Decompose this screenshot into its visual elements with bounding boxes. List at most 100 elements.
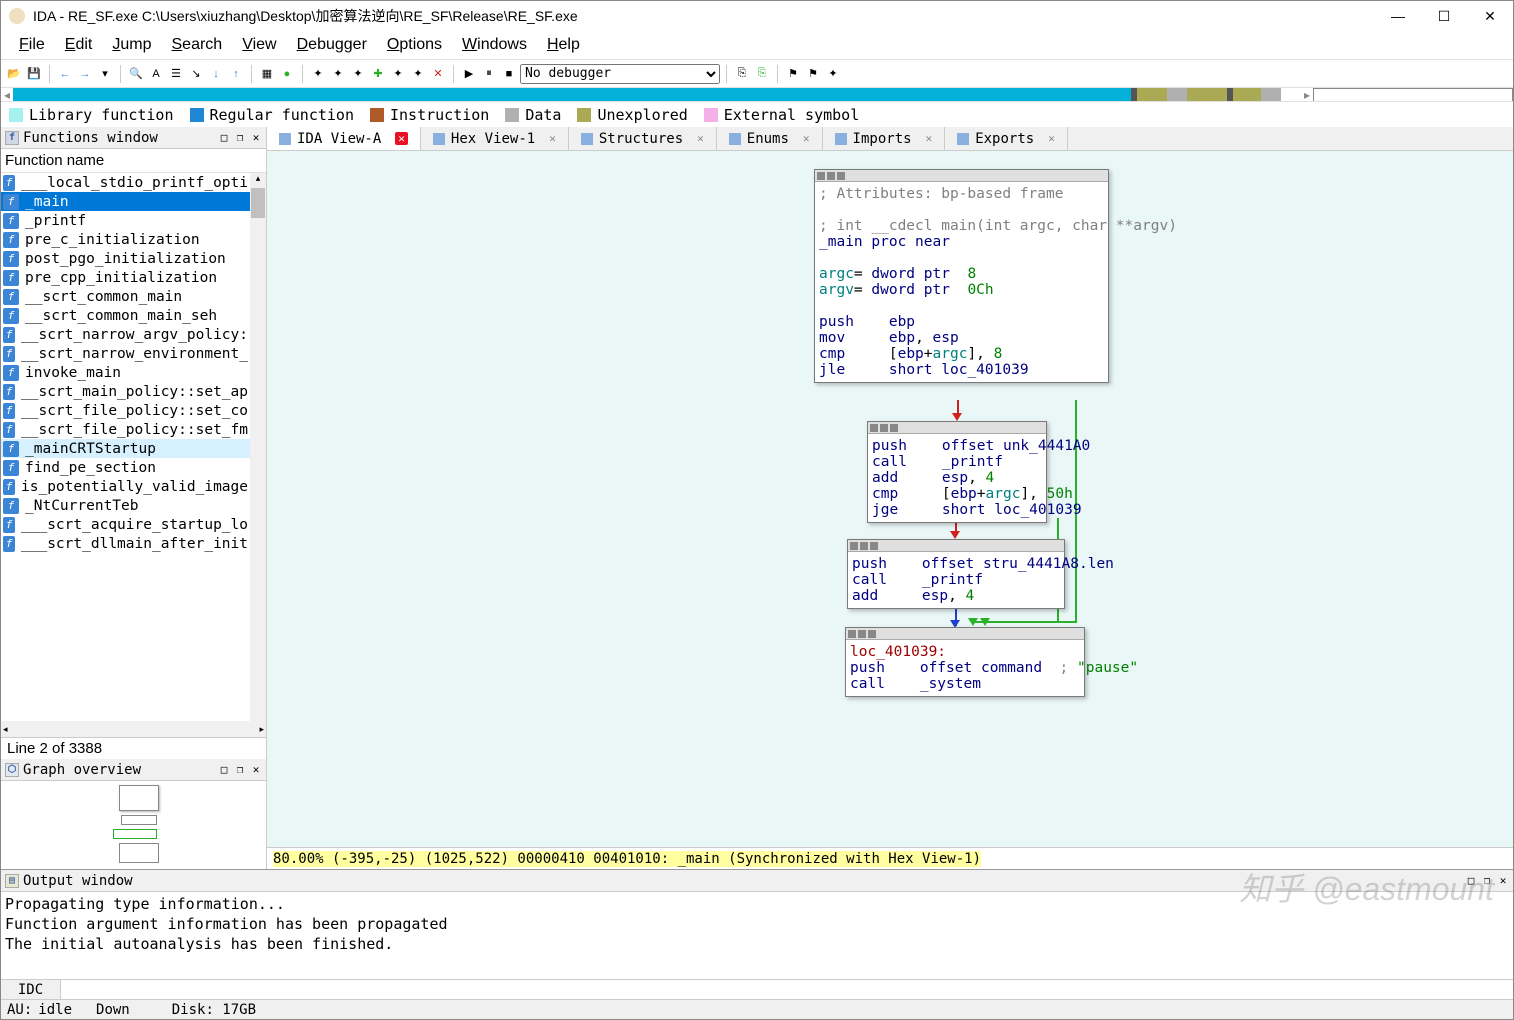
func-icon[interactable]: ✦ bbox=[409, 65, 427, 83]
tab-close-icon[interactable]: ✕ bbox=[926, 132, 933, 145]
panel-close-button[interactable]: ✕ bbox=[1497, 874, 1509, 887]
function-item[interactable]: f__scrt_common_main bbox=[1, 287, 250, 306]
menu-view[interactable]: View bbox=[232, 32, 286, 58]
tab-close-icon[interactable]: ✕ bbox=[549, 132, 556, 145]
navigation-strip[interactable]: ◂ ▸ bbox=[1, 87, 1513, 101]
menu-edit[interactable]: Edit bbox=[55, 32, 103, 58]
function-item[interactable]: f___local_stdio_printf_opti bbox=[1, 173, 250, 192]
run-icon[interactable]: ● bbox=[278, 65, 296, 83]
minimize-button[interactable]: — bbox=[1375, 1, 1421, 31]
forward-icon[interactable]: → bbox=[76, 65, 94, 83]
function-item[interactable]: fpre_c_initialization bbox=[1, 230, 250, 249]
function-item[interactable]: ffind_pe_section bbox=[1, 458, 250, 477]
menu-windows[interactable]: Windows bbox=[452, 32, 537, 58]
script-icon[interactable]: ⎘ bbox=[753, 65, 771, 83]
graph-overview-canvas[interactable] bbox=[1, 781, 266, 869]
panel-float-button[interactable]: □ bbox=[218, 131, 230, 144]
tab-close-icon[interactable]: ✕ bbox=[803, 132, 810, 145]
function-item[interactable]: f__scrt_file_policy::set_co bbox=[1, 401, 250, 420]
funclist-vscrollbar[interactable]: ▴ bbox=[250, 173, 266, 721]
function-item[interactable]: fis_potentially_valid_image bbox=[1, 477, 250, 496]
code-block-branch2[interactable]: push offset stru_4441A8.len call _printf… bbox=[847, 539, 1065, 609]
status-down: Down bbox=[96, 1002, 130, 1018]
function-item[interactable]: f__scrt_file_policy::set_fm bbox=[1, 420, 250, 439]
menu-options[interactable]: Options bbox=[377, 32, 452, 58]
tab-ida-view-a[interactable]: IDA View-A✕ bbox=[267, 127, 421, 150]
menu-jump[interactable]: Jump bbox=[102, 32, 161, 58]
code-block-main-entry[interactable]: ; Attributes: bp-based frame ; int __cde… bbox=[814, 169, 1109, 383]
panel-float-button[interactable]: □ bbox=[218, 763, 230, 776]
dropdown-icon[interactable]: ▾ bbox=[96, 65, 114, 83]
idc-input[interactable] bbox=[61, 980, 1513, 999]
binary-icon[interactable]: ☰ bbox=[167, 65, 185, 83]
function-item[interactable]: fpre_cpp_initialization bbox=[1, 268, 250, 287]
plus-icon[interactable]: ✚ bbox=[369, 65, 387, 83]
funclist-header[interactable]: Function name bbox=[1, 149, 266, 173]
function-item[interactable]: f__scrt_narrow_argv_policy: bbox=[1, 325, 250, 344]
tab-imports[interactable]: Imports✕ bbox=[823, 127, 946, 150]
struct-icon[interactable]: ✦ bbox=[349, 65, 367, 83]
enum-icon[interactable]: ✦ bbox=[389, 65, 407, 83]
function-item[interactable]: f__scrt_narrow_environment_ bbox=[1, 344, 250, 363]
panel-restore-button[interactable]: ❐ bbox=[1481, 874, 1493, 887]
debug-pause-icon[interactable]: ⏸ bbox=[480, 65, 498, 83]
nav-dropdown[interactable] bbox=[1313, 88, 1513, 102]
function-item[interactable]: f___scrt_acquire_startup_lo bbox=[1, 515, 250, 534]
xref-to-icon[interactable]: ↓ bbox=[207, 65, 225, 83]
snippet-icon[interactable]: ⎘ bbox=[733, 65, 751, 83]
names-icon[interactable]: 🔍 bbox=[127, 65, 145, 83]
jumpto-icon[interactable]: ↘ bbox=[187, 65, 205, 83]
tab-close-icon[interactable]: ✕ bbox=[1048, 132, 1055, 145]
menu-file[interactable]: File bbox=[9, 32, 55, 58]
tab-structures[interactable]: Structures✕ bbox=[569, 127, 717, 150]
tab-enums[interactable]: Enums✕ bbox=[717, 127, 823, 150]
output-title: Output window bbox=[23, 873, 1465, 889]
debugger-select[interactable]: No debugger bbox=[520, 64, 720, 84]
misc2-icon[interactable]: ⚑ bbox=[804, 65, 822, 83]
function-item[interactable]: finvoke_main bbox=[1, 363, 250, 382]
code-block-branch1[interactable]: push offset unk_4441A0 call _printf add … bbox=[867, 421, 1047, 523]
tab-exports[interactable]: Exports✕ bbox=[945, 127, 1068, 150]
hex-icon[interactable]: ▦ bbox=[258, 65, 276, 83]
maximize-button[interactable]: ☐ bbox=[1421, 1, 1467, 31]
tab-close-icon[interactable]: ✕ bbox=[395, 132, 408, 145]
panel-float-button[interactable]: □ bbox=[1465, 874, 1477, 887]
function-item[interactable]: f_main bbox=[1, 192, 250, 211]
misc3-icon[interactable]: ✦ bbox=[824, 65, 842, 83]
funclist-hscrollbar[interactable]: ◂▸ bbox=[1, 721, 266, 737]
idc-button[interactable]: IDC bbox=[1, 980, 61, 999]
open-icon[interactable]: 📂 bbox=[5, 65, 23, 83]
function-item[interactable]: f_NtCurrentTeb bbox=[1, 496, 250, 515]
panel-close-button[interactable]: ✕ bbox=[250, 131, 262, 144]
panel-restore-button[interactable]: ❐ bbox=[234, 131, 246, 144]
function-item[interactable]: f_printf bbox=[1, 211, 250, 230]
title-bar: IDA - RE_SF.exe C:\Users\xiuzhang\Deskto… bbox=[1, 1, 1513, 31]
back-icon[interactable]: ← bbox=[56, 65, 74, 83]
menu-debugger[interactable]: Debugger bbox=[287, 32, 377, 58]
panel-close-button[interactable]: ✕ bbox=[250, 763, 262, 776]
text-icon[interactable]: A bbox=[147, 65, 165, 83]
data-icon[interactable]: ✦ bbox=[329, 65, 347, 83]
tab-close-icon[interactable]: ✕ bbox=[697, 132, 704, 145]
function-item[interactable]: f___scrt_dllmain_after_init bbox=[1, 534, 250, 553]
function-item[interactable]: f_mainCRTStartup bbox=[1, 439, 250, 458]
graph-view[interactable]: ; Attributes: bp-based frame ; int __cde… bbox=[267, 151, 1513, 847]
function-item[interactable]: f__scrt_common_main_seh bbox=[1, 306, 250, 325]
debug-stop-icon[interactable]: ■ bbox=[500, 65, 518, 83]
function-item[interactable]: f__scrt_main_policy::set_ap bbox=[1, 382, 250, 401]
function-list[interactable]: f___local_stdio_printf_optif_mainf_print… bbox=[1, 173, 250, 721]
save-icon[interactable]: 💾 bbox=[25, 65, 43, 83]
panel-restore-button[interactable]: ❐ bbox=[234, 763, 246, 776]
menu-search[interactable]: Search bbox=[162, 32, 233, 58]
close-button[interactable]: ✕ bbox=[1467, 1, 1513, 31]
xref-from-icon[interactable]: ↑ bbox=[227, 65, 245, 83]
function-item[interactable]: fpost_pgo_initialization bbox=[1, 249, 250, 268]
output-body[interactable]: Propagating type information... Function… bbox=[1, 892, 1513, 979]
code-block-loc[interactable]: loc_401039: push offset command ; "pause… bbox=[845, 627, 1085, 697]
delete-icon[interactable]: ✕ bbox=[429, 65, 447, 83]
debug-play-icon[interactable]: ▶ bbox=[460, 65, 478, 83]
menu-help[interactable]: Help bbox=[537, 32, 590, 58]
tab-hex-view-1[interactable]: Hex View-1✕ bbox=[421, 127, 569, 150]
misc1-icon[interactable]: ⚑ bbox=[784, 65, 802, 83]
code-icon[interactable]: ✦ bbox=[309, 65, 327, 83]
